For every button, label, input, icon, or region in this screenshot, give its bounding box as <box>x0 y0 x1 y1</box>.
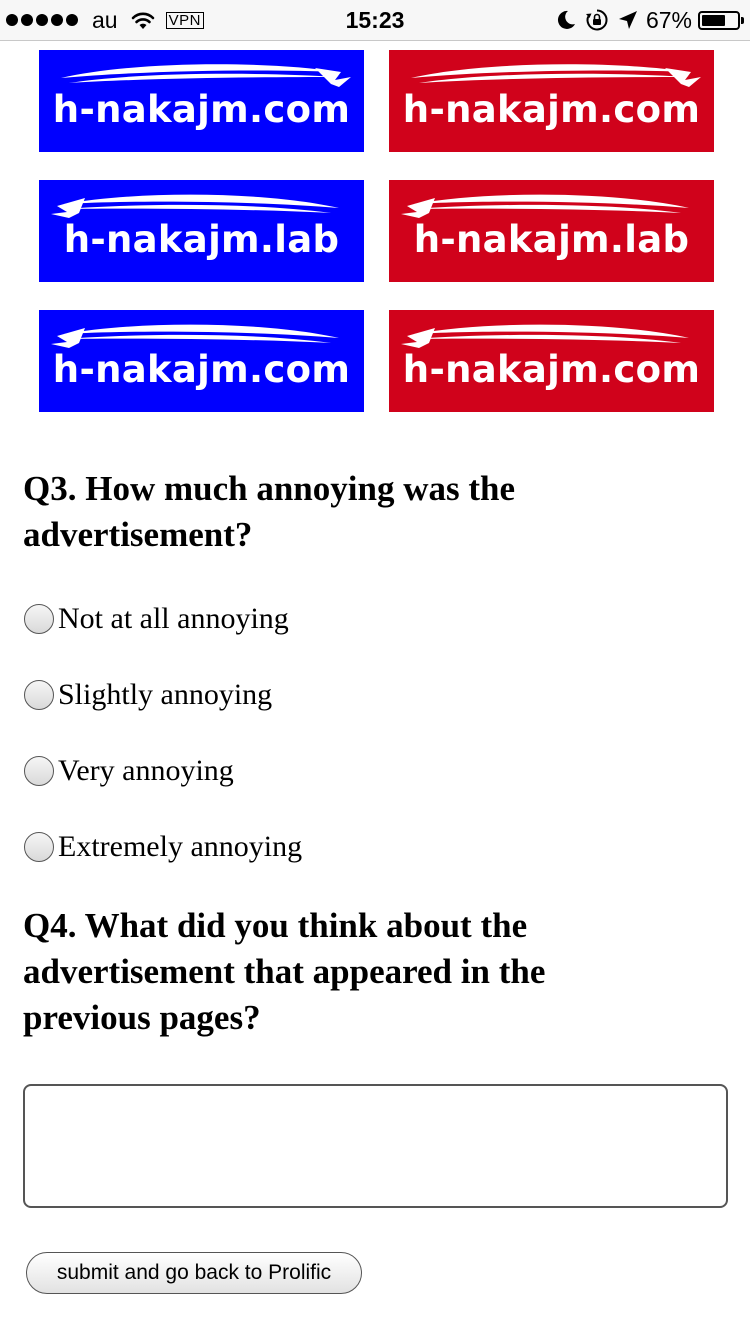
radio-button[interactable] <box>24 680 54 710</box>
banner-text: h-nakajm.com <box>402 88 701 131</box>
banner-ad[interactable]: h-nakajm.lab <box>39 180 364 282</box>
banner-text: h-nakajm.com <box>52 348 351 391</box>
banner-ad[interactable]: h-nakajm.com <box>389 310 714 412</box>
status-bar-right: 67% <box>556 0 744 40</box>
submit-button[interactable]: submit and go back to Prolific <box>26 1252 362 1294</box>
radio-option-very-annoying[interactable]: Very annoying <box>24 748 234 794</box>
question-4-line: previous pages? <box>23 998 261 1037</box>
question-4-line: advertisement that appeared in the <box>23 952 546 991</box>
radio-label: Very annoying <box>58 754 234 787</box>
banner-text: h-nakajm.com <box>52 88 351 131</box>
banner-ad[interactable]: h-nakajm.lab <box>389 180 714 282</box>
status-bar: au VPN 15:23 67% <box>0 0 750 41</box>
radio-option-extremely-annoying[interactable]: Extremely annoying <box>24 824 302 870</box>
radio-option-not-at-all-annoying[interactable]: Not at all annoying <box>24 596 289 642</box>
radio-label: Extremely annoying <box>58 830 303 863</box>
banner-ad[interactable]: h-nakajm.com <box>39 310 364 412</box>
banner-ad[interactable]: h-nakajm.com <box>39 50 364 152</box>
radio-button[interactable] <box>24 604 54 634</box>
rotation-lock-icon <box>585 9 608 31</box>
battery-percent: 67% <box>645 6 692 33</box>
question-4-heading: Q4. What did you think about the adverti… <box>23 903 703 1041</box>
question-3-line: advertisement? <box>23 515 253 554</box>
radio-label: Slightly annoying <box>58 678 273 711</box>
radio-button[interactable] <box>24 756 54 786</box>
battery-icon <box>698 10 740 30</box>
location-arrow-icon <box>618 11 637 29</box>
answer-textarea[interactable] <box>23 1084 728 1208</box>
question-4-line: Q4. What did you think about the <box>23 906 528 945</box>
radio-option-slightly-annoying[interactable]: Slightly annoying <box>24 672 272 718</box>
banner-text: h-nakajm.lab <box>413 218 690 261</box>
question-3-heading: Q3. How much annoying was the advertisem… <box>23 466 703 558</box>
banner-text: h-nakajm.lab <box>63 218 340 261</box>
banner-ad[interactable]: h-nakajm.com <box>389 50 714 152</box>
battery-fill <box>702 14 725 26</box>
battery-nub <box>741 16 744 24</box>
moon-icon <box>557 10 575 29</box>
radio-button[interactable] <box>24 832 54 862</box>
banner-text: h-nakajm.com <box>402 348 701 391</box>
radio-label: Not at all annoying <box>58 602 289 635</box>
question-3-line: Q3. How much annoying was the <box>23 469 516 508</box>
